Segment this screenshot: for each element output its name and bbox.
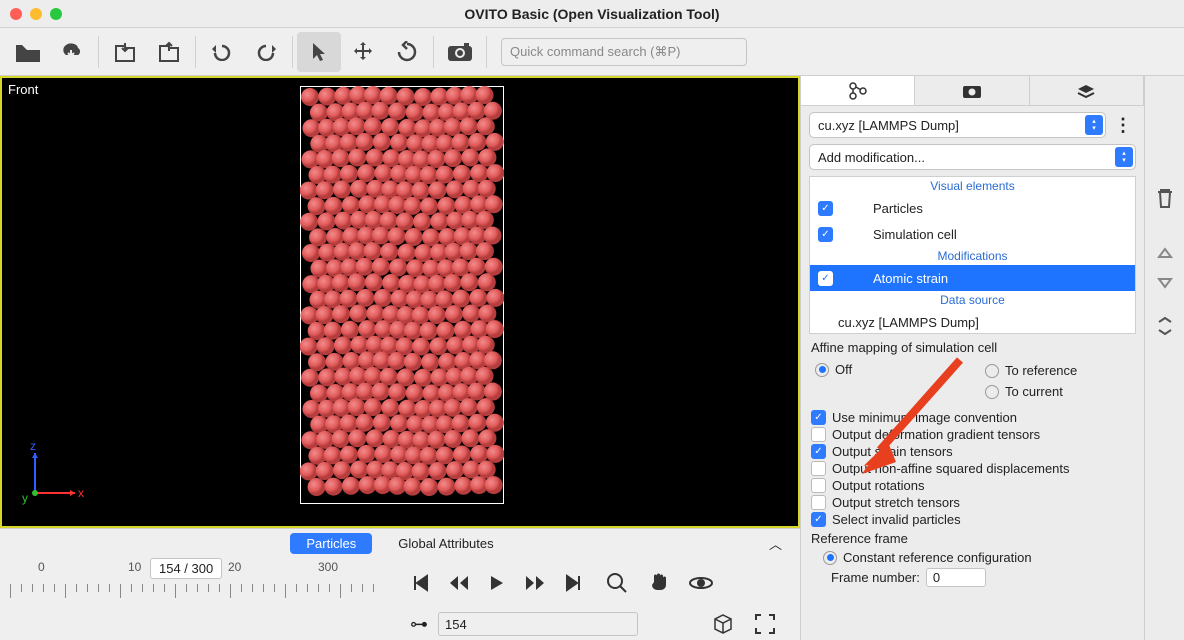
zoom-button[interactable]: [602, 568, 632, 598]
bottom-bar: ⊶ 154: [0, 608, 800, 640]
radio-off[interactable]: Off: [815, 362, 852, 377]
checkbox-icon[interactable]: ✓: [818, 271, 833, 286]
select-arrows-icon: [1085, 115, 1103, 135]
main-toolbar: Quick command search (⌘P): [0, 28, 1184, 76]
chk-selinv[interactable]: ✓Select invalid particles: [811, 512, 1134, 527]
datasource-label: cu.xyz [LAMMPS Dump]: [818, 118, 959, 133]
pipeline-item-source[interactable]: cu.xyz [LAMMPS Dump]: [810, 309, 1135, 334]
add-modification-select[interactable]: Add modification...: [809, 144, 1136, 170]
tab-global-attributes[interactable]: Global Attributes: [382, 533, 509, 554]
export-button[interactable]: [147, 32, 191, 72]
open-file-button[interactable]: [6, 32, 50, 72]
cube-view-button[interactable]: [708, 609, 738, 639]
key-icon: ⊶: [410, 614, 428, 635]
datasource-menu-button[interactable]: ⋮: [1110, 115, 1136, 136]
checkbox-icon[interactable]: ✓: [818, 227, 833, 242]
refframe-label: Reference frame: [811, 531, 1134, 546]
fit-view-button[interactable]: [750, 609, 780, 639]
radio-to-current[interactable]: To current: [985, 384, 1134, 399]
redo-button[interactable]: [244, 32, 288, 72]
viewport[interactable]: Front x z y: [0, 76, 800, 528]
add-modification-label: Add modification...: [818, 150, 925, 165]
pan-button[interactable]: [644, 568, 674, 598]
play-button[interactable]: [482, 568, 512, 598]
collapse-tabs-button[interactable]: ︿: [769, 534, 782, 553]
expand-button[interactable]: [1156, 316, 1174, 336]
chk-stretch[interactable]: Output stretch tensors: [811, 495, 1134, 510]
datasource-select[interactable]: cu.xyz [LAMMPS Dump]: [809, 112, 1106, 138]
tick-label: 0: [38, 560, 45, 574]
tick-label: 300: [318, 560, 338, 574]
tick-label: 10: [128, 560, 141, 574]
timeline-ticks[interactable]: [10, 580, 376, 600]
next-frame-button[interactable]: [520, 568, 550, 598]
download-button[interactable]: [50, 32, 94, 72]
svg-text:x: x: [78, 486, 84, 500]
rotate-tool-button[interactable]: [385, 32, 429, 72]
checkbox-icon[interactable]: ✓: [818, 201, 833, 216]
side-action-strip: [1144, 76, 1184, 640]
overlays-tab[interactable]: [1030, 76, 1144, 105]
section-data-source: Data source: [810, 291, 1135, 309]
side-panel-tabs: [801, 76, 1144, 106]
data-tabs: Particles Global Attributes ︿: [0, 528, 800, 558]
frame-number-input[interactable]: 154: [438, 612, 638, 636]
command-search-input[interactable]: Quick command search (⌘P): [501, 38, 747, 66]
pipeline-item-atomic-strain[interactable]: ✓Atomic strain: [810, 265, 1135, 291]
chk-mic[interactable]: ✓Use minimum image convention: [811, 410, 1134, 425]
frame-number-label: Frame number:: [831, 570, 920, 585]
tick-label: 20: [228, 560, 241, 574]
section-modifications: Modifications: [810, 247, 1135, 265]
pipeline-list: Visual elements ✓Particles ✓Simulation c…: [809, 176, 1136, 334]
prev-frame-button[interactable]: [444, 568, 474, 598]
last-frame-button[interactable]: [558, 568, 588, 598]
orbit-button[interactable]: [686, 568, 716, 598]
select-arrows-icon: [1115, 147, 1133, 167]
delete-button[interactable]: [1154, 186, 1176, 210]
pipeline-item-simcell[interactable]: ✓Simulation cell: [810, 221, 1135, 247]
move-tool-button[interactable]: [341, 32, 385, 72]
frame-number-value[interactable]: 0: [926, 568, 986, 587]
radio-constref[interactable]: Constant reference configuration: [823, 550, 1134, 565]
move-up-button[interactable]: [1156, 246, 1174, 260]
modifier-properties: Affine mapping of simulation cell Off To…: [801, 334, 1144, 593]
chk-rot[interactable]: Output rotations: [811, 478, 1134, 493]
section-visual-elements: Visual elements: [810, 177, 1135, 195]
affine-label: Affine mapping of simulation cell: [811, 340, 1134, 355]
chk-nonaffine[interactable]: Output non-affine squared displacements: [811, 461, 1134, 476]
svg-text:y: y: [22, 491, 28, 505]
particles-visual: [300, 86, 504, 504]
timeline: 0 10 20 300 154 / 300: [0, 558, 800, 608]
window-title: OVITO Basic (Open Visualization Tool): [0, 6, 1184, 22]
first-frame-button[interactable]: [406, 568, 436, 598]
pipeline-tab[interactable]: [801, 76, 915, 105]
tab-particles[interactable]: Particles: [290, 533, 372, 554]
render-tab[interactable]: [915, 76, 1029, 105]
viewport-label: Front: [8, 82, 38, 97]
pipeline-item-particles[interactable]: ✓Particles: [810, 195, 1135, 221]
axes-tripod: x z y: [20, 438, 90, 508]
undo-button[interactable]: [200, 32, 244, 72]
import-button[interactable]: [103, 32, 147, 72]
svg-text:z: z: [30, 439, 36, 453]
chk-strain[interactable]: ✓Output strain tensors: [811, 444, 1134, 459]
title-bar: OVITO Basic (Open Visualization Tool): [0, 0, 1184, 28]
chk-defgrad[interactable]: Output deformation gradient tensors: [811, 427, 1134, 442]
radio-to-reference[interactable]: To reference: [985, 363, 1134, 378]
render-button[interactable]: [438, 32, 482, 72]
move-down-button[interactable]: [1156, 276, 1174, 290]
frame-indicator[interactable]: 154 / 300: [150, 558, 222, 579]
select-tool-button[interactable]: [297, 32, 341, 72]
